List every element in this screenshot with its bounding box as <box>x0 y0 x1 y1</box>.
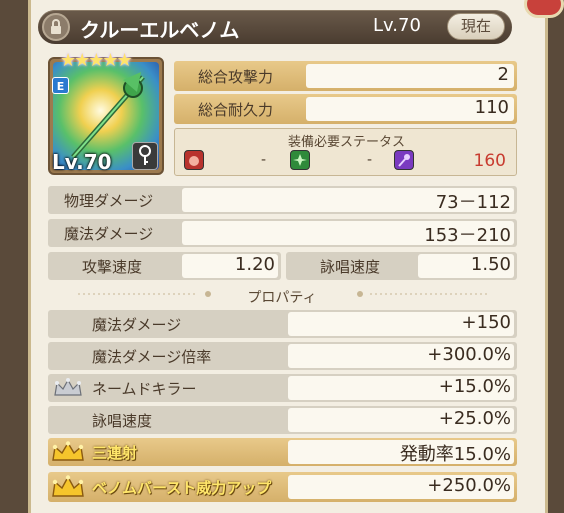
current-button[interactable]: 現在 <box>447 13 505 40</box>
magic-damage-label: 魔法ダメージ <box>64 225 154 243</box>
cast-speed-label: 詠唱速度 <box>320 258 381 276</box>
header-level: Lv.70 <box>373 15 421 36</box>
total-attack-value: 2 <box>497 64 509 85</box>
intelligence-icon <box>394 150 414 170</box>
required-stats-title: 装備必要ステータス <box>287 135 405 150</box>
dexterity-icon <box>290 150 310 170</box>
required-stats-box: 装備必要ステータス - - 160 <box>174 128 517 176</box>
attack-speed-label: 攻撃速度 <box>82 258 143 276</box>
strength-icon <box>184 150 204 170</box>
property-row: 詠唱速度 +25.0% <box>48 406 517 434</box>
property-value: +300.0% <box>427 344 511 365</box>
total-durability-row: 総合耐久力 110 <box>174 94 517 124</box>
physical-damage-value: 73－112 <box>435 192 511 213</box>
physical-damage-label: 物理ダメージ <box>64 192 154 210</box>
property-row: 魔法ダメージ倍率 +300.0% <box>48 342 517 370</box>
property-row-special: 三連射 発動率15.0% <box>48 438 517 466</box>
cast-speed-row: 詠唱速度 1.50 <box>286 252 517 280</box>
property-row: 魔法ダメージ +150 <box>48 310 517 338</box>
rarity-stars: ★★★★★ <box>60 50 133 71</box>
property-label: 詠唱速度 <box>92 412 153 430</box>
property-value: 発動率15.0% <box>399 444 511 465</box>
intelligence-req: 160 <box>473 151 506 171</box>
close-corner[interactable] <box>524 0 564 18</box>
property-row-special: ベノムバースト威力アップ +250.0% <box>48 472 517 502</box>
property-label: 魔法ダメージ <box>92 316 182 334</box>
property-label: 三連射 <box>92 444 138 462</box>
lock-icon[interactable] <box>42 13 70 41</box>
attack-speed-value: 1.20 <box>234 254 275 275</box>
cast-speed-value: 1.50 <box>470 254 511 275</box>
strength-req: - <box>261 152 267 168</box>
total-durability-label: 総合耐久力 <box>198 101 274 119</box>
gold-crown-icon <box>52 441 84 461</box>
physical-damage-row: 物理ダメージ 73－112 <box>48 186 517 214</box>
item-name: クルーエルベノム <box>80 18 240 42</box>
property-value: +25.0% <box>438 408 511 429</box>
key-icon[interactable] <box>132 142 158 170</box>
property-label: ネームドキラー <box>92 380 197 398</box>
magic-damage-value: 153－210 <box>424 225 511 246</box>
rank-badge: E <box>52 77 69 94</box>
silver-crown-icon <box>54 378 82 396</box>
property-label: 魔法ダメージ倍率 <box>92 348 212 366</box>
magic-damage-row: 魔法ダメージ 153－210 <box>48 219 517 247</box>
total-attack-row: 総合攻撃力 2 <box>174 61 517 91</box>
property-value: +150 <box>461 312 511 333</box>
total-durability-value: 110 <box>474 97 509 118</box>
property-value: +250.0% <box>427 475 511 496</box>
property-value: +15.0% <box>438 376 511 397</box>
total-attack-label: 総合攻撃力 <box>198 68 274 86</box>
item-level: Lv.70 <box>52 150 112 174</box>
dexterity-req: - <box>367 152 373 168</box>
gold-crown-icon <box>52 475 84 497</box>
property-label: ベノムバースト威力アップ <box>92 479 272 497</box>
attack-speed-row: 攻撃速度 1.20 <box>48 252 281 280</box>
property-row: ネームドキラー +15.0% <box>48 374 517 402</box>
property-title: プロパティ <box>247 290 317 306</box>
